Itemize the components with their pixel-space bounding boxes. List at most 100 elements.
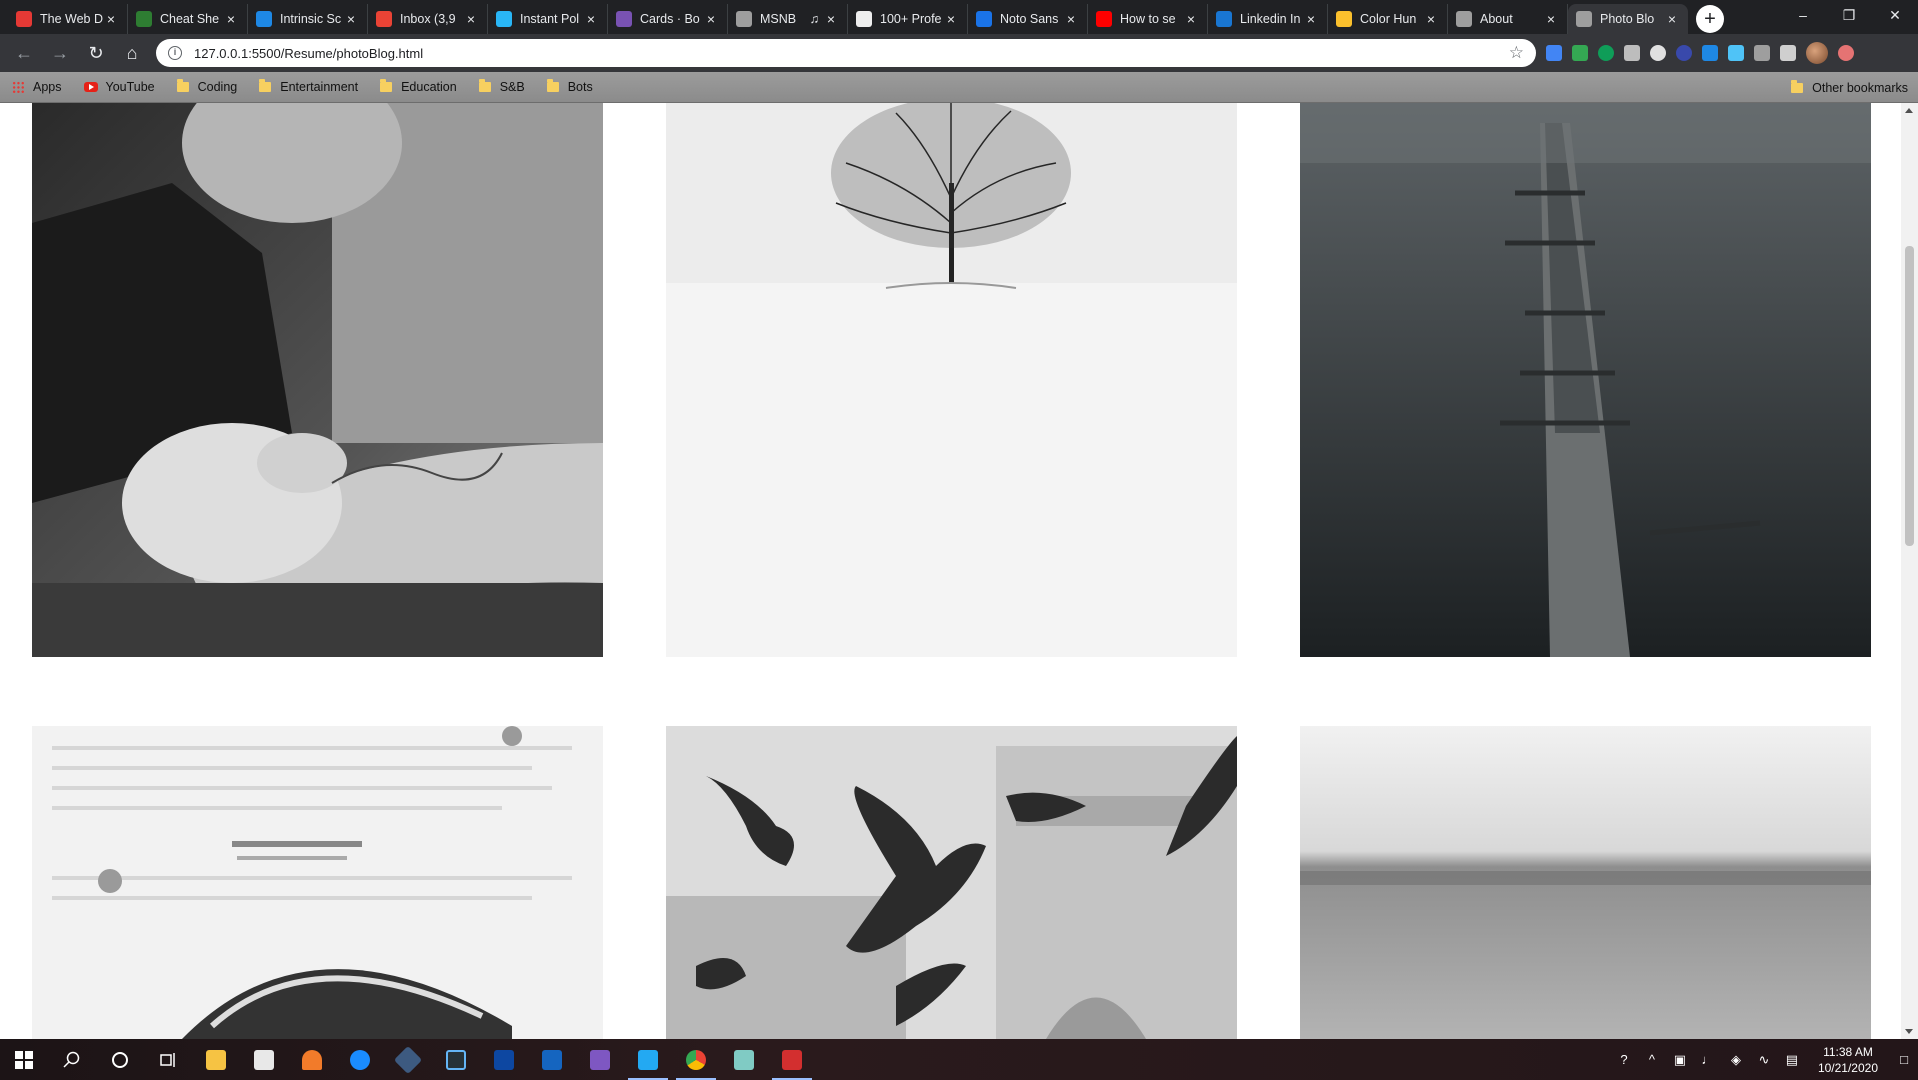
extension-icon[interactable]	[1546, 45, 1562, 61]
extension-icon[interactable]	[1676, 45, 1692, 61]
tab-close-icon[interactable]: ×	[1063, 11, 1079, 27]
extension-icon[interactable]	[1624, 45, 1640, 61]
restore-button[interactable]: ❐	[1826, 0, 1872, 30]
address-bar-url[interactable]: 127.0.0.1:5500/Resume/photoBlog.html	[194, 46, 1509, 61]
tab-11[interactable]: Color Hun ×	[1328, 4, 1448, 34]
extension-icon[interactable]	[1728, 45, 1744, 61]
system-clock[interactable]: 11:38 AM 10/21/2020	[1806, 1044, 1890, 1076]
reload-button[interactable]: ↻	[80, 37, 112, 69]
network-icon[interactable]: ▣	[1666, 1052, 1694, 1068]
site-info-icon[interactable]: i	[168, 46, 182, 60]
tab-close-icon[interactable]: ×	[943, 11, 959, 27]
taskbar-app-blue[interactable]	[384, 1039, 432, 1080]
audio-playing-icon[interactable]: ♫	[810, 12, 819, 26]
tab-close-icon[interactable]: ×	[1303, 11, 1319, 27]
tab-4[interactable]: Instant Pol ×	[488, 4, 608, 34]
back-button[interactable]: ←	[8, 37, 40, 69]
taskbar-app-notes[interactable]	[720, 1039, 768, 1080]
photo-lone-tree[interactable]	[666, 103, 1237, 657]
extension-icon[interactable]	[1650, 45, 1666, 61]
tab-close-icon[interactable]: ×	[1664, 11, 1680, 27]
tab-close-icon[interactable]: ×	[1423, 11, 1439, 27]
taskbar-store[interactable]	[240, 1039, 288, 1080]
scroll-up-arrow-icon[interactable]	[1905, 108, 1913, 113]
bookmark-education[interactable]: Education	[380, 79, 457, 94]
tab-7[interactable]: 100+ Profe ×	[848, 4, 968, 34]
tab-6[interactable]: MSNB ♫ ×	[728, 4, 848, 34]
page-scrollbar[interactable]	[1901, 103, 1918, 1039]
puzzle-icon[interactable]	[1754, 45, 1770, 61]
new-tab-button[interactable]: +	[1696, 5, 1724, 33]
tab-10[interactable]: Linkedin In ×	[1208, 4, 1328, 34]
task-view-button[interactable]	[144, 1039, 192, 1080]
taskbar-app-monitor[interactable]	[432, 1039, 480, 1080]
tab-close-icon[interactable]: ×	[583, 11, 599, 27]
tab-close-icon[interactable]: ×	[823, 11, 839, 27]
tab-12[interactable]: About ×	[1448, 4, 1568, 34]
tab-close-icon[interactable]: ×	[103, 11, 119, 27]
minimize-button[interactable]: –	[1780, 0, 1826, 30]
forward-button[interactable]: →	[44, 37, 76, 69]
volume-icon[interactable]: ♩	[1694, 1052, 1722, 1067]
home-button[interactable]: ⌂	[116, 37, 148, 69]
tab-close-icon[interactable]: ×	[223, 11, 239, 27]
bookmark-coding[interactable]: Coding	[176, 79, 237, 94]
taskbar-acrobat[interactable]	[768, 1039, 816, 1080]
tab-8[interactable]: Noto Sans ×	[968, 4, 1088, 34]
taskbar-chrome[interactable]	[672, 1039, 720, 1080]
search-button[interactable]	[48, 1039, 96, 1080]
tab-5[interactable]: Cards · Bo ×	[608, 4, 728, 34]
tab-2[interactable]: Intrinsic Sc ×	[248, 4, 368, 34]
taskbar-app-pen[interactable]	[288, 1039, 336, 1080]
grammarly-icon[interactable]	[1598, 45, 1614, 61]
swirl-icon	[16, 11, 32, 27]
photo-broken-pier[interactable]	[1300, 103, 1871, 657]
tab-close-icon[interactable]: ×	[343, 11, 359, 27]
taskbar-vscode[interactable]	[624, 1039, 672, 1080]
pen-workspace-icon[interactable]: ∿	[1750, 1052, 1778, 1068]
bookmark-bots[interactable]: Bots	[546, 79, 593, 94]
keyboard-icon[interactable]: ▤	[1778, 1052, 1806, 1068]
taskbar-app-camera[interactable]	[480, 1039, 528, 1080]
reading-list-icon[interactable]	[1780, 45, 1796, 61]
scroll-down-arrow-icon[interactable]	[1905, 1029, 1913, 1034]
extension-icon[interactable]	[1702, 45, 1718, 61]
taskbar-file-explorer[interactable]	[192, 1039, 240, 1080]
tab-13[interactable]: Photo Blo ×	[1568, 4, 1688, 34]
photo-foggy-sea[interactable]	[1300, 726, 1871, 1039]
chevron-up-icon[interactable]: ^	[1638, 1052, 1666, 1067]
start-button[interactable]	[0, 1039, 48, 1080]
dropbox-icon[interactable]: ◈	[1722, 1052, 1750, 1068]
youtube-icon	[1096, 11, 1112, 27]
bookmark-s-b[interactable]: S&B	[478, 79, 525, 94]
scrollbar-thumb[interactable]	[1905, 246, 1914, 546]
extension-icon[interactable]	[1838, 45, 1854, 61]
tab-close-icon[interactable]: ×	[1183, 11, 1199, 27]
close-window-button[interactable]: ✕	[1872, 0, 1918, 30]
address-bar[interactable]: i 127.0.0.1:5500/Resume/photoBlog.html ☆	[156, 39, 1536, 67]
bookmark-apps[interactable]: Apps	[12, 80, 62, 94]
tab-9[interactable]: How to se ×	[1088, 4, 1208, 34]
taskbar-app-pulse[interactable]	[528, 1039, 576, 1080]
tab-close-icon[interactable]: ×	[1543, 11, 1559, 27]
tab-close-icon[interactable]: ×	[703, 11, 719, 27]
tab-1[interactable]: Cheat She ×	[128, 4, 248, 34]
cortana-button[interactable]	[96, 1039, 144, 1080]
photo-poster-wall[interactable]	[32, 726, 603, 1039]
other-bookmarks[interactable]: Other bookmarks	[1791, 72, 1908, 103]
photo-pigeons[interactable]	[666, 726, 1237, 1039]
notifications-icon[interactable]: □	[1890, 1052, 1918, 1067]
bookmark-star-icon[interactable]: ☆	[1509, 43, 1524, 63]
drive-icon[interactable]	[1572, 45, 1588, 61]
taskbar-visual-studio[interactable]	[576, 1039, 624, 1080]
tab-3[interactable]: Inbox (3,9 ×	[368, 4, 488, 34]
tab-0[interactable]: The Web D ×	[8, 4, 128, 34]
help-icon[interactable]: ?	[1610, 1052, 1638, 1067]
profile-avatar[interactable]	[1806, 42, 1828, 64]
photo-tattoo-artist[interactable]	[32, 103, 603, 657]
tab-close-icon[interactable]: ×	[463, 11, 479, 27]
bookmark-entertainment[interactable]: Entertainment	[259, 79, 358, 94]
taskbar-1password[interactable]	[336, 1039, 384, 1080]
bookmark-youtube[interactable]: YouTube	[83, 80, 155, 94]
folder-icon	[206, 1049, 226, 1070]
